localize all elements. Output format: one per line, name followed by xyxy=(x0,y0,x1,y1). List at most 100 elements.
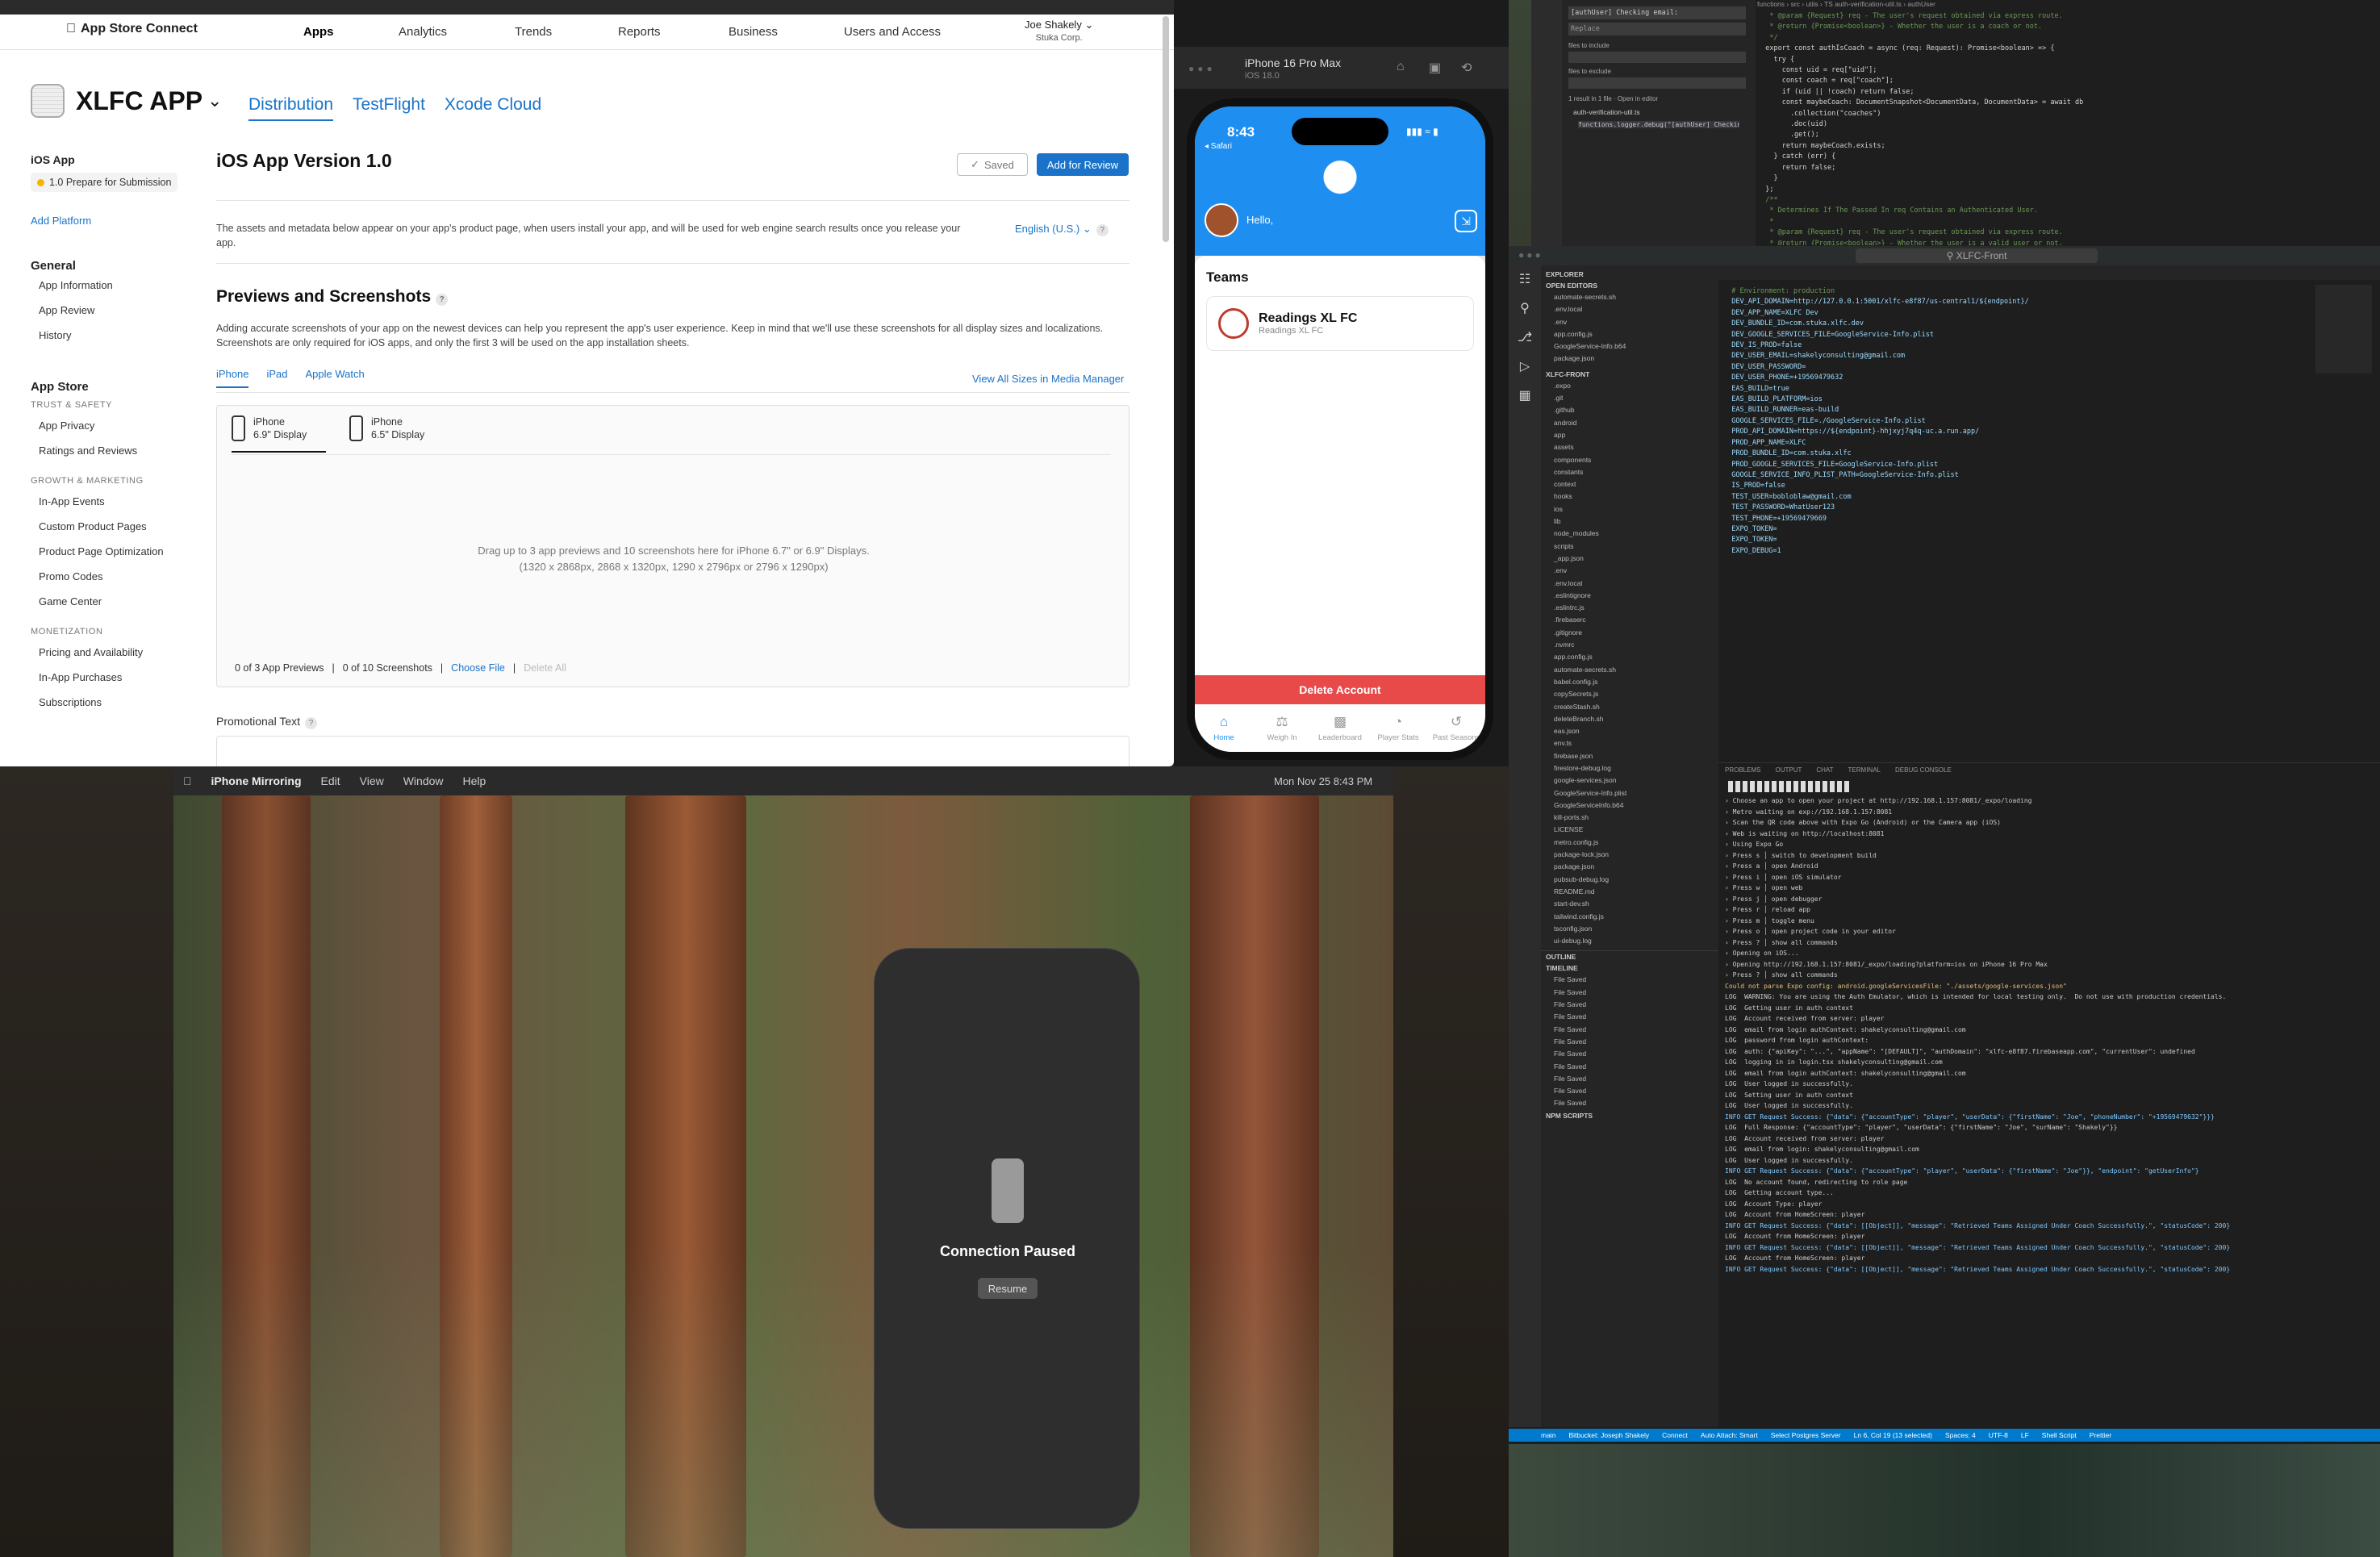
chevron-down-icon[interactable]: ⌄ xyxy=(207,90,222,111)
nav-reports[interactable]: Reports xyxy=(618,25,661,39)
help-icon[interactable]: ? xyxy=(436,294,449,306)
delete-all-link[interactable]: Delete All xyxy=(524,662,566,674)
file-tree-item[interactable]: .github xyxy=(1541,404,1718,416)
file-tree-item[interactable]: package.json xyxy=(1541,861,1718,873)
nav-business[interactable]: Business xyxy=(729,25,778,39)
apple-logo-icon[interactable]:  xyxy=(183,774,192,787)
tab-weigh-in[interactable]: ⚖ Weigh In xyxy=(1256,714,1308,752)
file-tree-item[interactable]: eas.json xyxy=(1541,725,1718,737)
open-editor-item[interactable]: .env xyxy=(1541,316,1718,328)
sidebar-item-pricing[interactable]: Pricing and Availability xyxy=(39,646,200,658)
minimap[interactable] xyxy=(2315,285,2372,374)
file-tree-item[interactable]: .env.local xyxy=(1541,578,1718,590)
tab-leaderboard[interactable]: ▩ Leaderboard xyxy=(1314,714,1366,752)
back-to-safari[interactable]: ◂ Safari xyxy=(1205,142,1232,151)
avatar[interactable] xyxy=(1205,203,1238,237)
file-tree-item[interactable]: babel.config.js xyxy=(1541,676,1718,688)
panel-tab[interactable]: DEBUG CONSOLE xyxy=(1895,766,1952,774)
file-tree-item[interactable]: firestore-debug.log xyxy=(1541,762,1718,774)
file-tree-item[interactable]: env.ts xyxy=(1541,737,1718,749)
run-debug-icon[interactable]: ▷ xyxy=(1509,353,1541,382)
rotate-icon[interactable]: ⟲ xyxy=(1461,60,1472,76)
file-tree-item[interactable]: app.config.js xyxy=(1541,651,1718,663)
tab-iphone[interactable]: iPhone xyxy=(216,368,249,388)
panel-tab[interactable]: CHAT xyxy=(1816,766,1833,774)
sidebar-item-history[interactable]: History xyxy=(39,329,200,341)
promo-text-input[interactable] xyxy=(216,736,1129,766)
screenshot-drop-zone[interactable]: iPhone 6.9" Display iPhone 6.5" Display Dr… xyxy=(216,405,1129,687)
file-tree-item[interactable]: GoogleServiceInfo.b64 xyxy=(1541,799,1718,812)
file-tree-item[interactable]: copySecrets.js xyxy=(1541,688,1718,700)
app-name[interactable]: XLFC APP xyxy=(76,86,203,116)
sidebar-item-page-optimization[interactable]: Product Page Optimization xyxy=(39,545,200,557)
sidebar-item-promo-codes[interactable]: Promo Codes xyxy=(39,570,200,582)
help-icon[interactable]: ? xyxy=(1096,224,1109,236)
status-item[interactable]: Prettier xyxy=(2090,1429,2111,1442)
file-tree-item[interactable]: README.md xyxy=(1541,886,1718,898)
screenshot-icon[interactable]: ▣ xyxy=(1429,60,1441,76)
resume-button[interactable]: Resume xyxy=(978,1278,1038,1299)
file-tree-item[interactable]: package-lock.json xyxy=(1541,849,1718,861)
activity-icons[interactable]: ☷ ⚲ ⎇ ▷ ▦ xyxy=(1509,265,1541,411)
version-chip[interactable]: 1.0 Prepare for Submission xyxy=(31,173,178,192)
files-exclude-input[interactable] xyxy=(1568,77,1746,89)
tab-xcode-cloud[interactable]: Xcode Cloud xyxy=(445,95,541,121)
scrollbar[interactable] xyxy=(1163,16,1169,242)
file-tree-item[interactable]: .nvmrc xyxy=(1541,639,1718,651)
help-icon[interactable]: ? xyxy=(305,717,318,729)
command-center[interactable]: ⚲ XLFC-Front xyxy=(1856,248,2098,263)
status-item[interactable]: Select Postgres Server xyxy=(1771,1429,1841,1442)
code-editor[interactable]: * @param {Request} req - The user's requ… xyxy=(1757,11,2354,245)
source-control-icon[interactable]: ⎇ xyxy=(1509,324,1541,353)
file-tree-item[interactable]: node_modules xyxy=(1541,528,1718,540)
status-item[interactable]: Connect xyxy=(1662,1429,1688,1442)
file-tree-item[interactable]: app xyxy=(1541,429,1718,441)
open-editor-item[interactable]: app.config.js xyxy=(1541,328,1718,340)
file-tree-item[interactable]: google-services.json xyxy=(1541,774,1718,787)
sidebar-item-subscriptions[interactable]: Subscriptions xyxy=(39,696,200,708)
nav-trends[interactable]: Trends xyxy=(515,25,552,39)
tab-apple-watch[interactable]: Apple Watch xyxy=(306,368,365,388)
sidebar-item-iap[interactable]: In-App Purchases xyxy=(39,671,200,683)
env-file-content[interactable]: # Environment: production DEV_API_DOMAIN… xyxy=(1723,286,2304,730)
search-result-match[interactable]: functions.logger.debug("[authUser] Check… xyxy=(1578,121,1739,128)
file-tree-item[interactable]: constants xyxy=(1541,466,1718,478)
nav-apps[interactable]: Apps xyxy=(303,25,334,39)
tab-distribution[interactable]: Distribution xyxy=(248,95,334,121)
file-tree-item[interactable]: _app.json xyxy=(1541,553,1718,565)
file-tree-item[interactable]: metro.config.js xyxy=(1541,837,1718,849)
file-tree-item[interactable]: deleteBranch.sh xyxy=(1541,713,1718,725)
tab-player-stats[interactable]: ◔ Player Stats xyxy=(1372,714,1424,752)
open-editor-item[interactable]: automate-secrets.sh xyxy=(1541,291,1718,303)
open-editors-heading[interactable]: OPEN EDITORS xyxy=(1541,280,1718,291)
file-tree-item[interactable]: .firebaserc xyxy=(1541,614,1718,626)
sidebar-item-app-information[interactable]: App Information xyxy=(39,279,200,291)
file-tree-item[interactable]: lib xyxy=(1541,516,1718,528)
menu-item[interactable]: Edit xyxy=(321,774,340,787)
file-tree-item[interactable]: context xyxy=(1541,478,1718,490)
timeline-heading[interactable]: TIMELINE xyxy=(1541,962,1718,974)
terminal-output[interactable]: › Choose an app to open your project at … xyxy=(1725,795,2378,1417)
home-icon[interactable]: ⌂ xyxy=(1397,60,1405,74)
file-tree-item[interactable]: automate-secrets.sh xyxy=(1541,664,1718,676)
panel-tab[interactable]: PROBLEMS xyxy=(1725,766,1760,774)
file-tree-item[interactable]: assets xyxy=(1541,441,1718,453)
sidebar-item-app-review[interactable]: App Review xyxy=(39,304,200,316)
team-card[interactable]: Readings XL FC Readings XL FC xyxy=(1206,296,1474,351)
replace-input[interactable]: Replace xyxy=(1568,23,1746,35)
status-item[interactable]: Ln 6, Col 19 (13 selected) xyxy=(1854,1429,1932,1442)
status-item[interactable]: LF xyxy=(2021,1429,2029,1442)
status-item[interactable]: main xyxy=(1541,1429,1555,1442)
account-menu[interactable]: Joe Shakely ⌄ Stuka Corp. xyxy=(1025,19,1093,44)
extensions-icon[interactable]: ▦ xyxy=(1509,382,1541,411)
status-item[interactable]: Spaces: 4 xyxy=(1945,1429,1976,1442)
file-tree-item[interactable]: android xyxy=(1541,417,1718,429)
nav-analytics[interactable]: Analytics xyxy=(399,25,447,39)
status-item[interactable]: Bitbucket: Joseph Shakely xyxy=(1568,1429,1649,1442)
file-tree-item[interactable]: LICENSE xyxy=(1541,824,1718,836)
file-tree-item[interactable]: scripts xyxy=(1541,541,1718,553)
sidebar-item-custom-pages[interactable]: Custom Product Pages xyxy=(39,520,200,532)
file-tree-item[interactable]: pubsub-debug.log xyxy=(1541,874,1718,886)
file-tree-item[interactable]: .gitignore xyxy=(1541,627,1718,639)
language-select[interactable]: English (U.S.) ⌄? xyxy=(1015,223,1109,236)
